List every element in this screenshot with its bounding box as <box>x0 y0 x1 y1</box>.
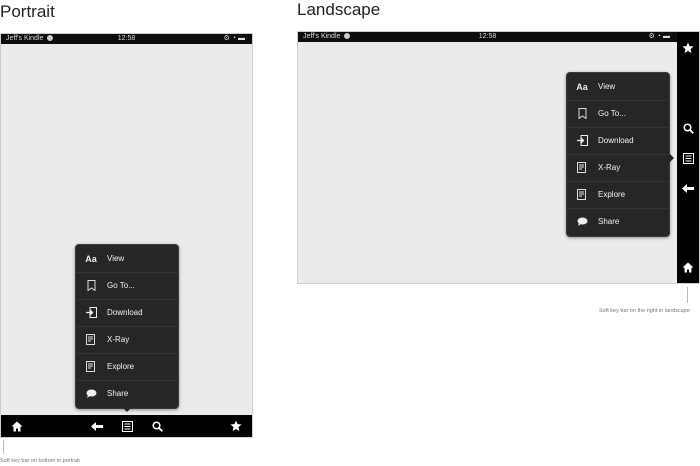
menu-item-x-ray[interactable]: X-Ray <box>567 154 669 182</box>
landscape-caption-pointer <box>687 287 688 303</box>
menu-pointer <box>669 153 674 163</box>
status-icons: ⚙◔▬ <box>223 34 247 44</box>
home-icon[interactable] <box>9 419 25 433</box>
menu-item-go-to[interactable]: Go To... <box>76 272 178 300</box>
menu-item-share[interactable]: Share <box>76 380 178 407</box>
xray-icon <box>84 333 98 347</box>
menu-item-explore[interactable]: Explore <box>76 353 178 381</box>
favorites-icon[interactable] <box>228 419 244 433</box>
battery-icon: ▬ <box>663 33 672 40</box>
font-size-icon: Aa <box>576 81 588 92</box>
bookmark-icon <box>84 279 98 293</box>
landscape-soft-key-bar <box>677 32 699 283</box>
status-icons: ⚙◔▬ <box>648 32 672 42</box>
bookmark-icon <box>575 107 589 121</box>
portrait-status-bar: Jeff's Kindle 12:58 ⚙◔▬ <box>1 34 252 44</box>
explore-icon <box>575 188 589 202</box>
menu-icon[interactable] <box>119 419 135 433</box>
explore-icon <box>84 360 98 374</box>
landscape-caption: Soft key bar on the right in landscape <box>599 308 690 314</box>
menu-item-explore[interactable]: Explore <box>567 181 669 209</box>
landscape-options-menu: Aa View Go To... Download X-Ray Explore S… <box>566 72 670 237</box>
menu-pointer <box>122 407 132 412</box>
search-icon[interactable] <box>680 121 696 135</box>
menu-item-x-ray[interactable]: X-Ray <box>76 326 178 354</box>
settings-icon[interactable]: ⚙ <box>648 33 656 40</box>
landscape-status-bar: Jeff's Kindle 12:58 ⚙◔▬ <box>298 32 677 42</box>
download-icon <box>575 134 589 148</box>
menu-item-view[interactable]: Aa View <box>567 73 669 101</box>
status-time: 12:58 <box>478 33 497 40</box>
portrait-device-screen: Jeff's Kindle 12:58 ⚙◔▬ Aa View Go To... … <box>0 33 253 438</box>
share-icon <box>575 215 589 229</box>
share-icon <box>84 387 98 401</box>
favorites-icon[interactable] <box>680 41 696 55</box>
menu-item-share[interactable]: Share <box>567 208 669 235</box>
portrait-options-menu: Aa View Go To... Download X-Ray Explore S… <box>75 244 179 409</box>
landscape-device-screen: Jeff's Kindle 12:58 ⚙◔▬ Aa View Go To... … <box>297 31 700 284</box>
battery-icon: ▬ <box>238 35 247 42</box>
xray-icon <box>575 161 589 175</box>
back-icon[interactable] <box>89 419 105 433</box>
landscape-heading: Landscape <box>297 0 381 19</box>
menu-item-go-to[interactable]: Go To... <box>567 100 669 128</box>
search-icon[interactable] <box>149 419 165 433</box>
settings-icon[interactable]: ⚙ <box>223 35 231 42</box>
portrait-heading: Portrait <box>0 2 55 21</box>
back-icon[interactable] <box>680 181 696 195</box>
status-time: 12:58 <box>117 35 136 42</box>
home-icon[interactable] <box>680 260 696 274</box>
portrait-caption-pointer <box>3 440 4 454</box>
portrait-caption: Soft key bar on bottom in portrait <box>0 458 80 464</box>
font-size-icon: Aa <box>85 253 97 264</box>
menu-item-download[interactable]: Download <box>76 299 178 327</box>
menu-item-view[interactable]: Aa View <box>76 245 178 273</box>
menu-item-download[interactable]: Download <box>567 127 669 155</box>
download-icon <box>84 306 98 320</box>
portrait-soft-key-bar <box>1 415 252 437</box>
menu-icon[interactable] <box>680 151 696 165</box>
